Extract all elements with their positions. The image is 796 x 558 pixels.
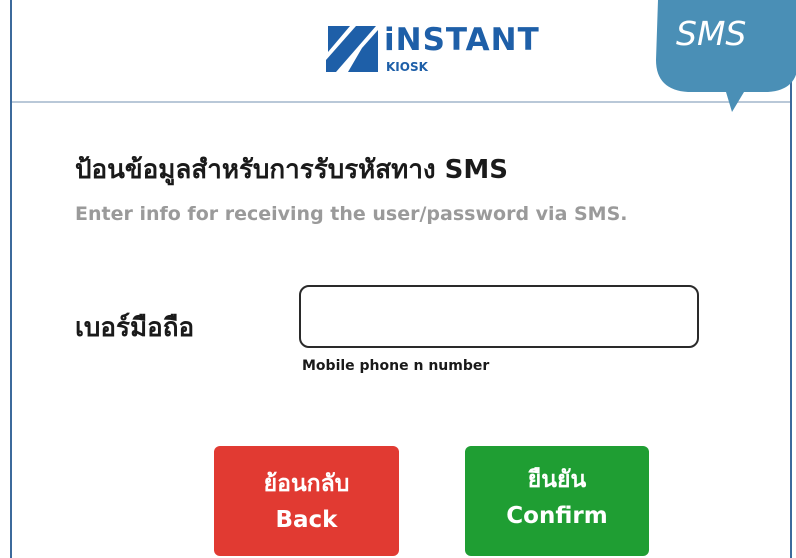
phone-input[interactable] — [299, 285, 699, 348]
confirm-label-english: Confirm — [506, 503, 608, 529]
sms-badge: SMS — [676, 14, 747, 53]
logo-sub-text: KIOSK — [386, 60, 428, 74]
phone-label: เบอร์มือถือ — [75, 313, 195, 343]
back-label-thai: ย้อนกลับ — [263, 471, 350, 497]
back-label-english: Back — [275, 507, 338, 533]
page-title: ป้อนข้อมูลสำหรับการรับรหัสทาง SMS — [75, 155, 508, 185]
logo-brand-text: iNSTANT — [384, 22, 540, 58]
phone-hint: Mobile phone n number — [302, 358, 490, 374]
confirm-button[interactable]: ยืนยัน Confirm — [465, 446, 649, 556]
page-subtitle: Enter info for receiving the user/passwo… — [75, 203, 628, 225]
back-button[interactable]: ย้อนกลับ Back — [214, 446, 399, 556]
instant-kiosk-logo-icon — [326, 22, 380, 76]
header: iNSTANT KIOSK SMS — [12, 0, 796, 112]
confirm-label-thai: ยืนยัน — [527, 467, 587, 493]
